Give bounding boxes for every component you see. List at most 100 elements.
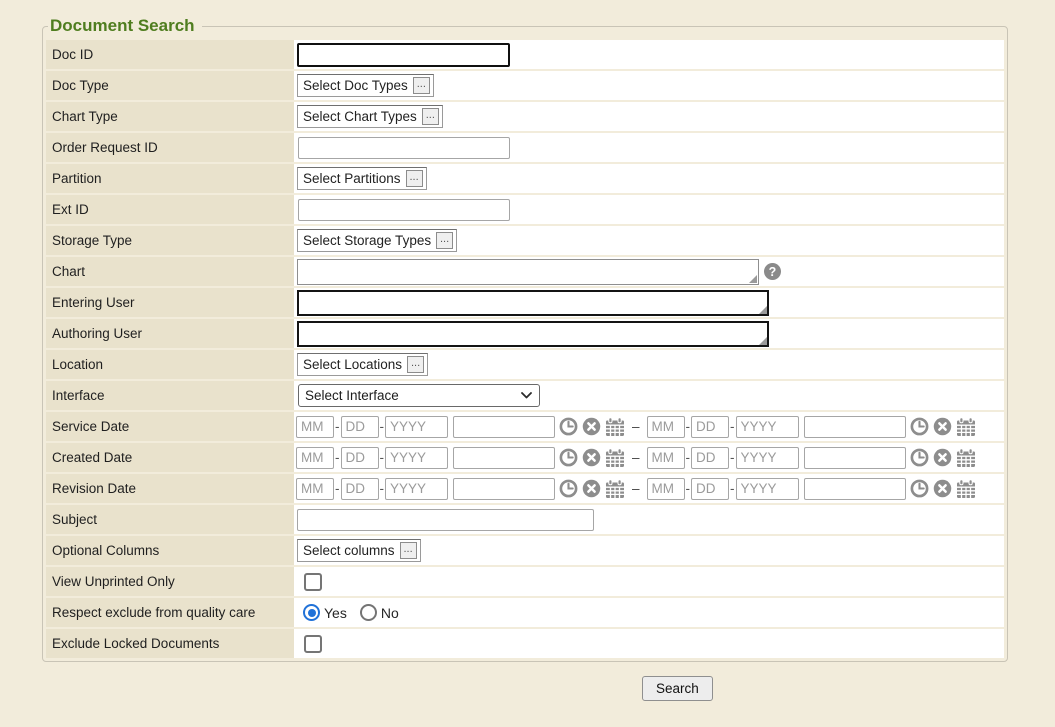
- subject-input[interactable]: [297, 509, 594, 531]
- entering-user-textarea-wrap: [297, 290, 769, 316]
- created-date-from-time-input[interactable]: [453, 447, 555, 469]
- exclude-locked-checkbox[interactable]: [304, 635, 322, 653]
- revision-date-to-group: - -: [647, 478, 976, 500]
- field-label-chart-type: Chart Type: [46, 102, 294, 131]
- date-part-separator: -: [380, 419, 385, 434]
- field-label-subject: Subject: [46, 505, 294, 534]
- created-date-to-year-input[interactable]: [736, 447, 799, 469]
- clock-icon[interactable]: [910, 417, 929, 436]
- service-date-to-month-input[interactable]: [647, 416, 685, 438]
- date-part-separator: -: [380, 450, 385, 465]
- clear-icon[interactable]: [933, 479, 952, 498]
- location-picker[interactable]: Select Locations ...: [297, 353, 428, 376]
- revision-date-from-day-input[interactable]: [341, 478, 379, 500]
- field-label-location: Location: [46, 350, 294, 379]
- doc-id-input[interactable]: [297, 43, 510, 67]
- service-date-to-group: - -: [647, 416, 976, 438]
- help-icon[interactable]: ?: [764, 263, 781, 280]
- doc-type-browse-button[interactable]: ...: [413, 77, 430, 94]
- created-date-from-day-input[interactable]: [341, 447, 379, 469]
- field-label-service-date: Service Date: [46, 412, 294, 441]
- clock-icon[interactable]: [559, 417, 578, 436]
- clock-icon[interactable]: [559, 479, 578, 498]
- revision-date-to-year-input[interactable]: [736, 478, 799, 500]
- partition-picker[interactable]: Select Partitions ...: [297, 167, 427, 190]
- location-picker-label: Select Locations: [303, 357, 402, 372]
- field-label-chart: Chart: [46, 257, 294, 286]
- optional-columns-browse-button[interactable]: ...: [400, 542, 417, 559]
- respect-exclude-yes-radio[interactable]: [303, 604, 320, 621]
- partition-browse-button[interactable]: ...: [406, 170, 423, 187]
- service-date-from-day-input[interactable]: [341, 416, 379, 438]
- service-date-from-year-input[interactable]: [385, 416, 448, 438]
- created-date-to-time-input[interactable]: [804, 447, 906, 469]
- search-button[interactable]: Search: [642, 676, 713, 701]
- chevron-down-icon: [521, 392, 532, 399]
- row-order-request-id: Order Request ID: [46, 133, 1004, 162]
- row-revision-date: Revision Date - -: [46, 474, 1004, 503]
- revision-date-from-year-input[interactable]: [385, 478, 448, 500]
- calendar-icon[interactable]: [605, 448, 625, 468]
- document-search-panel: Document Search Doc ID Doc Type Select D…: [42, 16, 1008, 662]
- row-subject: Subject: [46, 505, 1004, 534]
- order-request-id-input[interactable]: [298, 137, 510, 159]
- chart-type-browse-button[interactable]: ...: [422, 108, 439, 125]
- storage-type-picker[interactable]: Select Storage Types ...: [297, 229, 457, 252]
- service-date-from-time-input[interactable]: [453, 416, 555, 438]
- created-date-to-day-input[interactable]: [691, 447, 729, 469]
- doc-type-picker[interactable]: Select Doc Types ...: [297, 74, 434, 97]
- storage-type-browse-button[interactable]: ...: [436, 232, 453, 249]
- calendar-icon[interactable]: [956, 479, 976, 499]
- calendar-icon[interactable]: [956, 448, 976, 468]
- chart-type-picker[interactable]: Select Chart Types ...: [297, 105, 443, 128]
- calendar-icon[interactable]: [605, 417, 625, 437]
- revision-date-to-month-input[interactable]: [647, 478, 685, 500]
- authoring-user-textarea[interactable]: [297, 321, 769, 347]
- service-date-from-month-input[interactable]: [296, 416, 334, 438]
- optional-columns-picker[interactable]: Select columns ...: [297, 539, 421, 562]
- entering-user-textarea[interactable]: [297, 290, 769, 316]
- clear-icon[interactable]: [933, 448, 952, 467]
- created-date-from-month-input[interactable]: [296, 447, 334, 469]
- revision-date-to-time-input[interactable]: [804, 478, 906, 500]
- clear-icon[interactable]: [582, 448, 601, 467]
- ext-id-input[interactable]: [298, 199, 510, 221]
- view-unprinted-only-checkbox[interactable]: [304, 573, 322, 591]
- chart-textarea[interactable]: [297, 259, 759, 285]
- chart-type-picker-label: Select Chart Types: [303, 109, 417, 124]
- clock-icon[interactable]: [910, 479, 929, 498]
- row-respect-exclude: Respect exclude from quality care Yes No: [46, 598, 1004, 627]
- respect-exclude-no-label: No: [381, 605, 399, 621]
- row-chart: Chart ?: [46, 257, 1004, 286]
- field-label-ext-id: Ext ID: [46, 195, 294, 224]
- field-label-respect-exclude: Respect exclude from quality care: [46, 598, 294, 627]
- field-label-interface: Interface: [46, 381, 294, 410]
- clear-icon[interactable]: [933, 417, 952, 436]
- calendar-icon[interactable]: [605, 479, 625, 499]
- revision-date-to-day-input[interactable]: [691, 478, 729, 500]
- clock-icon[interactable]: [559, 448, 578, 467]
- field-label-doc-type: Doc Type: [46, 71, 294, 100]
- date-range-separator: –: [632, 450, 640, 465]
- clock-icon[interactable]: [910, 448, 929, 467]
- field-label-optional-columns: Optional Columns: [46, 536, 294, 565]
- date-part-separator: -: [730, 450, 735, 465]
- row-created-date: Created Date - -: [46, 443, 1004, 472]
- service-date-to-year-input[interactable]: [736, 416, 799, 438]
- revision-date-from-month-input[interactable]: [296, 478, 334, 500]
- clear-icon[interactable]: [582, 479, 601, 498]
- field-label-entering-user: Entering User: [46, 288, 294, 317]
- interface-select[interactable]: Select Interface: [298, 384, 540, 407]
- location-browse-button[interactable]: ...: [407, 356, 424, 373]
- calendar-icon[interactable]: [956, 417, 976, 437]
- interface-select-value: Select Interface: [305, 388, 399, 403]
- service-date-to-time-input[interactable]: [804, 416, 906, 438]
- date-part-separator: -: [730, 481, 735, 496]
- respect-exclude-no-radio[interactable]: [360, 604, 377, 621]
- authoring-user-textarea-wrap: [297, 321, 769, 347]
- created-date-from-year-input[interactable]: [385, 447, 448, 469]
- created-date-to-month-input[interactable]: [647, 447, 685, 469]
- revision-date-from-time-input[interactable]: [453, 478, 555, 500]
- clear-icon[interactable]: [582, 417, 601, 436]
- service-date-to-day-input[interactable]: [691, 416, 729, 438]
